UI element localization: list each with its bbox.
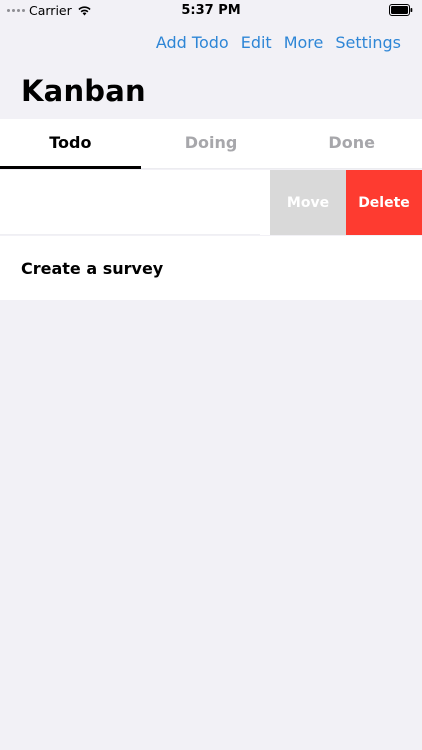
list-item[interactable]: ointment Move Delete — [0, 170, 422, 235]
settings-button[interactable]: Settings — [335, 33, 401, 52]
battery-icon — [389, 4, 413, 16]
move-button[interactable]: Move — [270, 170, 346, 235]
swipe-actions: Move Delete — [270, 170, 422, 235]
status-bar: Carrier 5:37 PM — [0, 0, 422, 22]
nav-actions: Add Todo Edit More Settings — [156, 33, 401, 52]
add-todo-button[interactable]: Add Todo — [156, 33, 229, 52]
list-item[interactable]: Create a survey — [0, 235, 422, 300]
edit-button[interactable]: Edit — [241, 33, 272, 52]
page-title: Kanban — [21, 74, 146, 108]
delete-button[interactable]: Delete — [346, 170, 422, 235]
tab-todo[interactable]: Todo — [0, 119, 141, 169]
todo-list: ointment Move Delete Create a survey — [0, 170, 422, 300]
tab-bar: Todo Doing Done — [0, 119, 422, 169]
tab-done[interactable]: Done — [281, 119, 422, 168]
list-item-label: Create a survey — [21, 259, 164, 278]
tab-doing[interactable]: Doing — [141, 119, 282, 168]
status-time: 5:37 PM — [181, 3, 241, 18]
list-item-content[interactable]: ointment — [0, 170, 271, 235]
more-button[interactable]: More — [284, 33, 324, 52]
list-item-content[interactable]: Create a survey — [0, 236, 422, 300]
